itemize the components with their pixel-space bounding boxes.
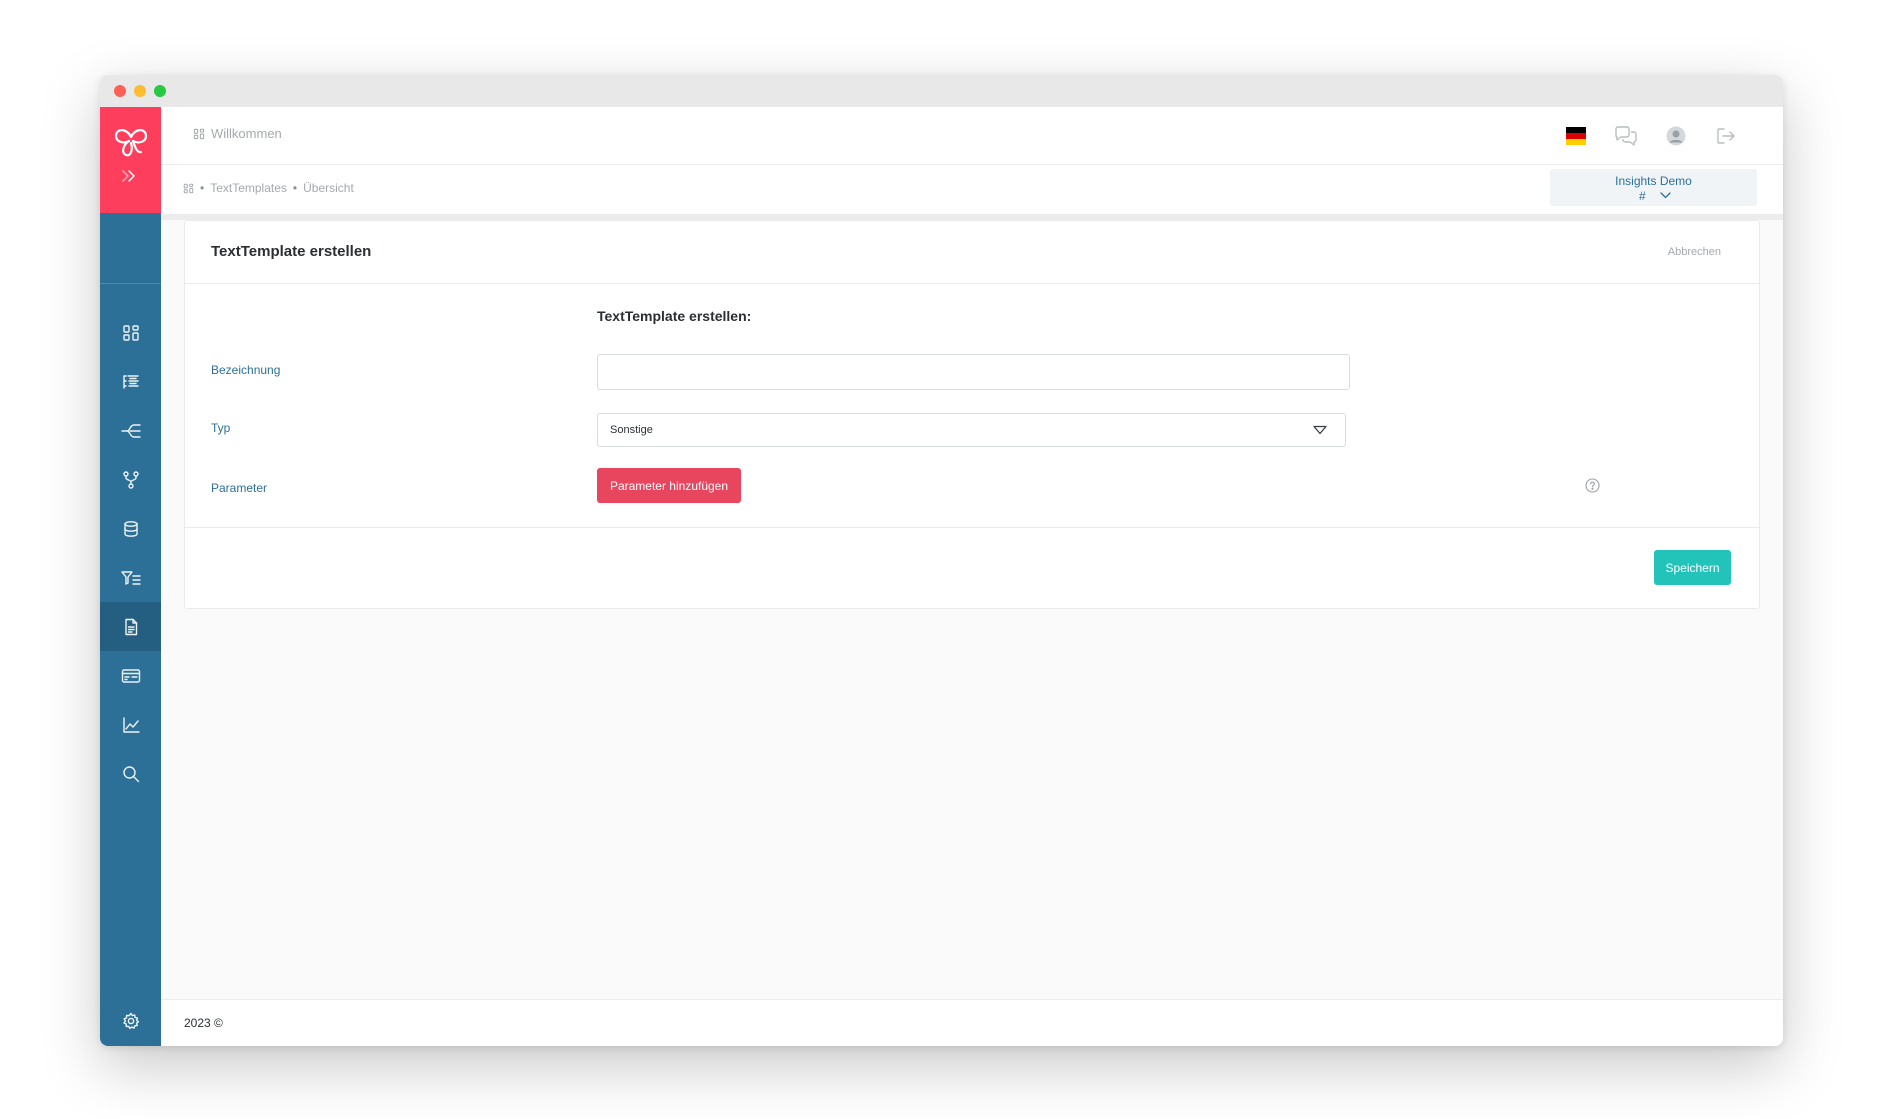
card-header: TextTemplate erstellen Abbrechen bbox=[185, 221, 1759, 284]
sidebar-item-search[interactable] bbox=[100, 749, 161, 798]
branch-icon bbox=[122, 470, 139, 489]
breadcrumb-separator: • bbox=[292, 181, 298, 195]
breadcrumb: • TextTemplates • Übersicht bbox=[183, 181, 354, 195]
form-title: TextTemplate erstellen: bbox=[597, 308, 752, 324]
breadcrumb-item-texttemplates[interactable]: TextTemplates bbox=[210, 181, 287, 195]
project-selector[interactable]: Insights Demo # bbox=[1550, 169, 1757, 206]
home-icon[interactable] bbox=[183, 183, 194, 194]
card-icon bbox=[121, 668, 140, 683]
chat-icon bbox=[1615, 126, 1637, 146]
sidebar-item-settings[interactable] bbox=[100, 996, 161, 1045]
document-icon bbox=[124, 618, 137, 635]
name-label: Bezeichnung bbox=[211, 363, 281, 377]
close-window-button[interactable] bbox=[114, 85, 126, 97]
breadcrumb-bar: • TextTemplates • Übersicht Insights Dem… bbox=[161, 165, 1783, 214]
list-icon bbox=[122, 374, 139, 389]
settings-icon bbox=[122, 1012, 139, 1029]
flow-icon bbox=[120, 423, 141, 438]
help-icon[interactable] bbox=[1585, 478, 1600, 493]
sidebar-item-branch[interactable] bbox=[100, 455, 161, 504]
cancel-link[interactable]: Abbrechen bbox=[1668, 246, 1721, 258]
sidebar-item-dashboard[interactable] bbox=[100, 308, 161, 357]
chevron-down-icon bbox=[1660, 192, 1671, 199]
sidebar-item-texttemplates[interactable] bbox=[100, 602, 161, 651]
german-flag-icon bbox=[1566, 127, 1586, 145]
breadcrumb-item-overview[interactable]: Übersicht bbox=[303, 181, 354, 195]
caret-down-icon bbox=[1313, 425, 1327, 435]
sidebar-item-filter[interactable] bbox=[100, 553, 161, 602]
breadcrumb-separator: • bbox=[200, 181, 205, 195]
user-avatar-icon bbox=[1666, 126, 1686, 146]
user-avatar-button[interactable] bbox=[1663, 123, 1689, 149]
window-titlebar bbox=[100, 75, 1783, 107]
maximize-window-button[interactable] bbox=[154, 85, 166, 97]
chart-icon bbox=[122, 716, 140, 733]
expand-sidebar-icon[interactable] bbox=[120, 169, 140, 183]
add-parameter-button[interactable]: Parameter hinzufügen bbox=[597, 468, 741, 503]
type-select[interactable]: Sonstige bbox=[597, 413, 1346, 447]
card-footer-divider bbox=[185, 527, 1759, 528]
page-footer: 2023 © bbox=[161, 999, 1783, 1046]
type-select-value: Sonstige bbox=[610, 424, 653, 436]
top-header: Willkommen bbox=[161, 107, 1783, 165]
language-button[interactable] bbox=[1563, 123, 1589, 149]
sidebar-divider bbox=[100, 283, 161, 284]
minimize-window-button[interactable] bbox=[134, 85, 146, 97]
app-window: Willkommen • TextTemplates • Übersicht I… bbox=[100, 75, 1783, 1046]
logout-button[interactable] bbox=[1713, 123, 1739, 149]
project-id: # bbox=[1639, 189, 1646, 203]
parameter-label: Parameter bbox=[211, 481, 268, 495]
brand-logo-icon[interactable] bbox=[113, 125, 149, 159]
filter-icon bbox=[120, 570, 141, 585]
sidebar-item-list[interactable] bbox=[100, 357, 161, 406]
project-name: Insights Demo bbox=[1615, 174, 1692, 188]
dashboard-icon bbox=[193, 128, 205, 139]
sidebar-item-database[interactable] bbox=[100, 504, 161, 553]
card-title: TextTemplate erstellen bbox=[211, 243, 372, 260]
welcome-link[interactable]: Willkommen bbox=[193, 126, 282, 141]
sidebar-item-flow[interactable] bbox=[100, 406, 161, 455]
welcome-label: Willkommen bbox=[211, 126, 282, 141]
sidebar-item-charts[interactable] bbox=[100, 700, 161, 749]
database-icon bbox=[123, 520, 138, 537]
dashboard-icon bbox=[122, 324, 139, 341]
chat-button[interactable] bbox=[1613, 123, 1639, 149]
name-field[interactable] bbox=[597, 354, 1350, 390]
sidebar bbox=[100, 107, 161, 1046]
save-button[interactable]: Speichern bbox=[1654, 550, 1731, 585]
create-texttemplate-card: TextTemplate erstellen Abbrechen TextTem… bbox=[184, 220, 1760, 609]
sidebar-item-cards[interactable] bbox=[100, 651, 161, 700]
copyright-text: 2023 © bbox=[184, 1016, 223, 1030]
type-label: Typ bbox=[211, 421, 231, 435]
brand-logo-area bbox=[100, 107, 161, 213]
search-icon bbox=[122, 765, 139, 782]
logout-icon bbox=[1717, 128, 1735, 144]
